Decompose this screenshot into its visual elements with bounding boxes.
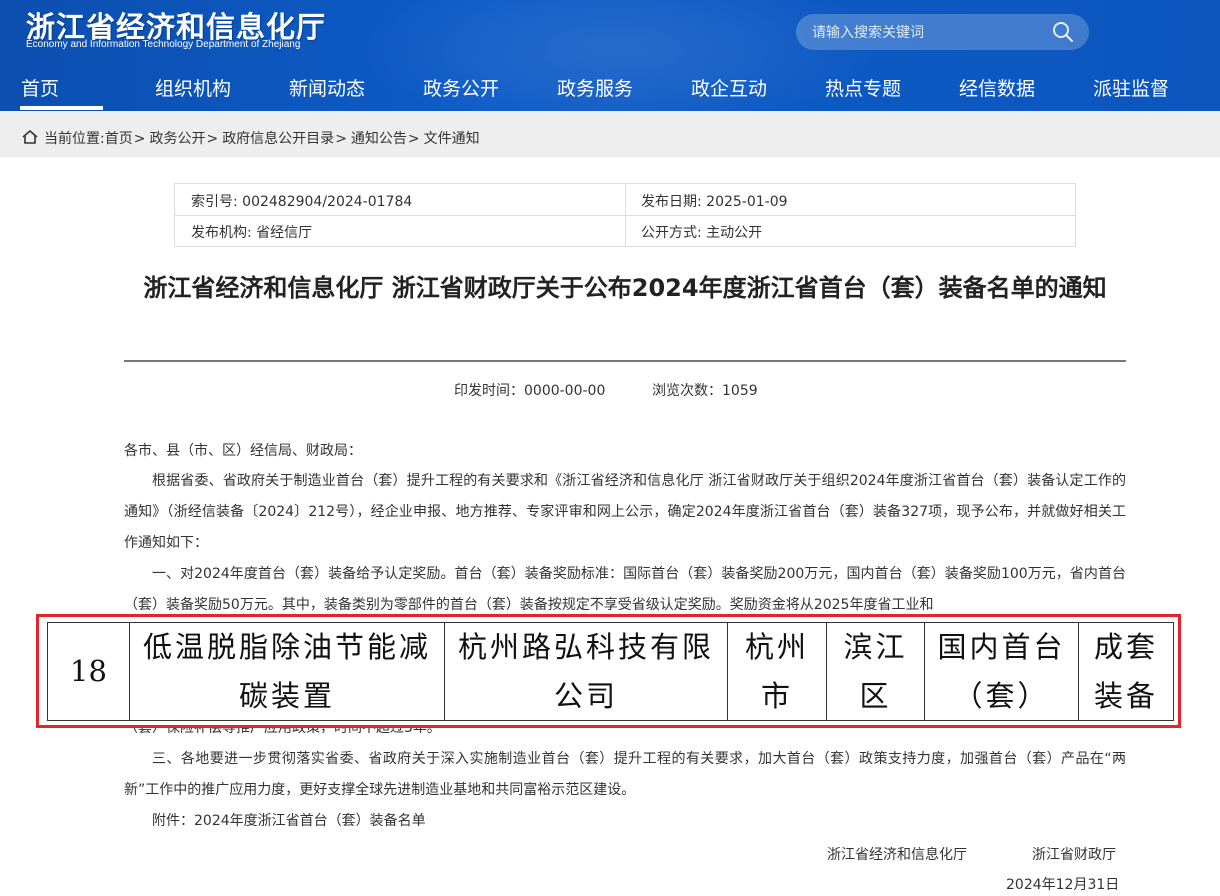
row-number: 18 bbox=[70, 654, 107, 688]
search-input[interactable] bbox=[810, 14, 1054, 52]
home-icon bbox=[22, 130, 38, 144]
breadcrumb-item-catalog[interactable]: 政府信息公开目录 bbox=[222, 131, 334, 147]
equipment-name-line: 低温脱脂除油节能减 bbox=[142, 630, 431, 664]
nav-item-home[interactable]: 首页 bbox=[21, 74, 59, 101]
salutation: 各市、县（市、区）经信局、财政局： bbox=[124, 443, 362, 459]
info-publish-date: 发布日期: 2025-01-09 bbox=[641, 194, 788, 210]
info-disclosure-method: 公开方式: 主动公开 bbox=[641, 225, 763, 241]
breadcrumb-item-home[interactable]: 首页 bbox=[105, 131, 133, 147]
main-nav: 首页 组织机构 新闻动态 政务公开 政务服务 政企互动 热点专题 经信数据 派驻… bbox=[0, 62, 1220, 111]
first-set-level-cell: 国内首台 （套） bbox=[925, 623, 1078, 721]
site-logo-subtitle: Economy and Information Technology Depar… bbox=[26, 39, 301, 50]
nav-item-gov-services[interactable]: 政务服务 bbox=[557, 74, 633, 101]
info-index-number: 索引号: 002482904/2024-01784 bbox=[191, 194, 413, 210]
nav-item-organization[interactable]: 组织机构 bbox=[155, 74, 231, 101]
level-line: 国内首台 bbox=[937, 630, 1066, 664]
paragraph-3: 三、各地要进一步贯彻落实省委、省政府关于深入实施制造业首台（套）提升工程的有关要… bbox=[124, 751, 1126, 798]
search-icon[interactable] bbox=[1052, 21, 1074, 43]
category-line: 装备 bbox=[1093, 679, 1158, 713]
nav-item-supervision[interactable]: 派驻监督 bbox=[1093, 74, 1169, 101]
view-count: 浏览次数：1059 bbox=[652, 383, 758, 399]
district-cell: 滨江 区 bbox=[827, 623, 924, 721]
breadcrumb-separator: > bbox=[206, 131, 219, 147]
issue-time: 印发时间：0000-00-00 bbox=[454, 383, 606, 399]
nav-active-indicator bbox=[20, 106, 103, 110]
company-name-line: 杭州路弘科技有限 bbox=[457, 630, 714, 664]
district-line: 滨江 bbox=[843, 630, 908, 664]
article-title: 浙江省经济和信息化厅 浙江省财政厅关于公布2024年度浙江省首台（套）装备名单的… bbox=[143, 274, 1107, 302]
nav-item-topics[interactable]: 热点专题 bbox=[825, 74, 901, 101]
paragraph-1: 根据省委、省政府关于制造业首台（套）提升工程的有关要求和《浙江省经济和信息化厅 … bbox=[124, 473, 1126, 551]
search-box bbox=[796, 14, 1089, 52]
document-info-table: 索引号: 002482904/2024-01784 发布日期: 2025-01-… bbox=[174, 183, 1076, 247]
equipment-name: 低温脱脂除油节能减 碳装置 bbox=[130, 623, 444, 721]
breadcrumb-item-gov-affairs[interactable]: 政务公开 bbox=[149, 131, 205, 147]
nav-item-interaction[interactable]: 政企互动 bbox=[691, 74, 767, 101]
city-line: 市 bbox=[760, 679, 793, 713]
district-line: 区 bbox=[859, 679, 892, 713]
category-line: 成套 bbox=[1093, 630, 1158, 664]
equipment-category-cell: 成套 装备 bbox=[1079, 623, 1173, 721]
highlighted-equipment-row: 18 低温脱脂除油节能减 碳装置 杭州路弘科技有限 公司 杭州 市 滨江 区 国… bbox=[36, 614, 1181, 728]
signer-finance-dept: 浙江省财政厅 bbox=[1032, 847, 1116, 863]
signer-economy-dept: 浙江省经济和信息化厅 bbox=[827, 847, 967, 863]
breadcrumb-prefix: 当前位置: bbox=[44, 131, 105, 147]
attachment-link[interactable]: 附件：2024年度浙江省首台（套）装备名单 bbox=[124, 806, 1126, 837]
column-divider bbox=[1173, 622, 1174, 721]
breadcrumb-separator: > bbox=[133, 131, 146, 147]
breadcrumb-separator: > bbox=[407, 131, 420, 147]
nav-item-data[interactable]: 经信数据 bbox=[959, 74, 1035, 101]
nav-item-gov-affairs[interactable]: 政务公开 bbox=[423, 74, 499, 101]
city-cell: 杭州 市 bbox=[728, 623, 826, 721]
level-line: （套） bbox=[953, 679, 1050, 713]
city-line: 杭州 bbox=[744, 630, 809, 664]
info-divider bbox=[175, 215, 1075, 216]
title-divider bbox=[124, 360, 1126, 362]
breadcrumb-separator: > bbox=[335, 131, 347, 147]
info-publisher: 发布机构: 省经信厅 bbox=[191, 225, 313, 241]
paragraph-2: 一、对2024年度首台（套）装备给予认定奖励。首台（套）装备奖励标准：国际首台（… bbox=[124, 566, 1126, 613]
sign-date: 2024年12月31日 bbox=[1006, 877, 1120, 893]
breadcrumb: 当前位置:首页> 政务公开> 政府信息公开目录> 通知公告> 文件通知 bbox=[44, 128, 480, 148]
equipment-name-line: 碳装置 bbox=[238, 679, 335, 713]
company-name-line: 公司 bbox=[553, 679, 618, 713]
company-name: 杭州路弘科技有限 公司 bbox=[445, 623, 727, 721]
nav-item-news[interactable]: 新闻动态 bbox=[289, 74, 365, 101]
breadcrumb-item-notices[interactable]: 通知公告 bbox=[351, 131, 407, 147]
breadcrumb-item-documents[interactable]: 文件通知 bbox=[424, 131, 480, 147]
